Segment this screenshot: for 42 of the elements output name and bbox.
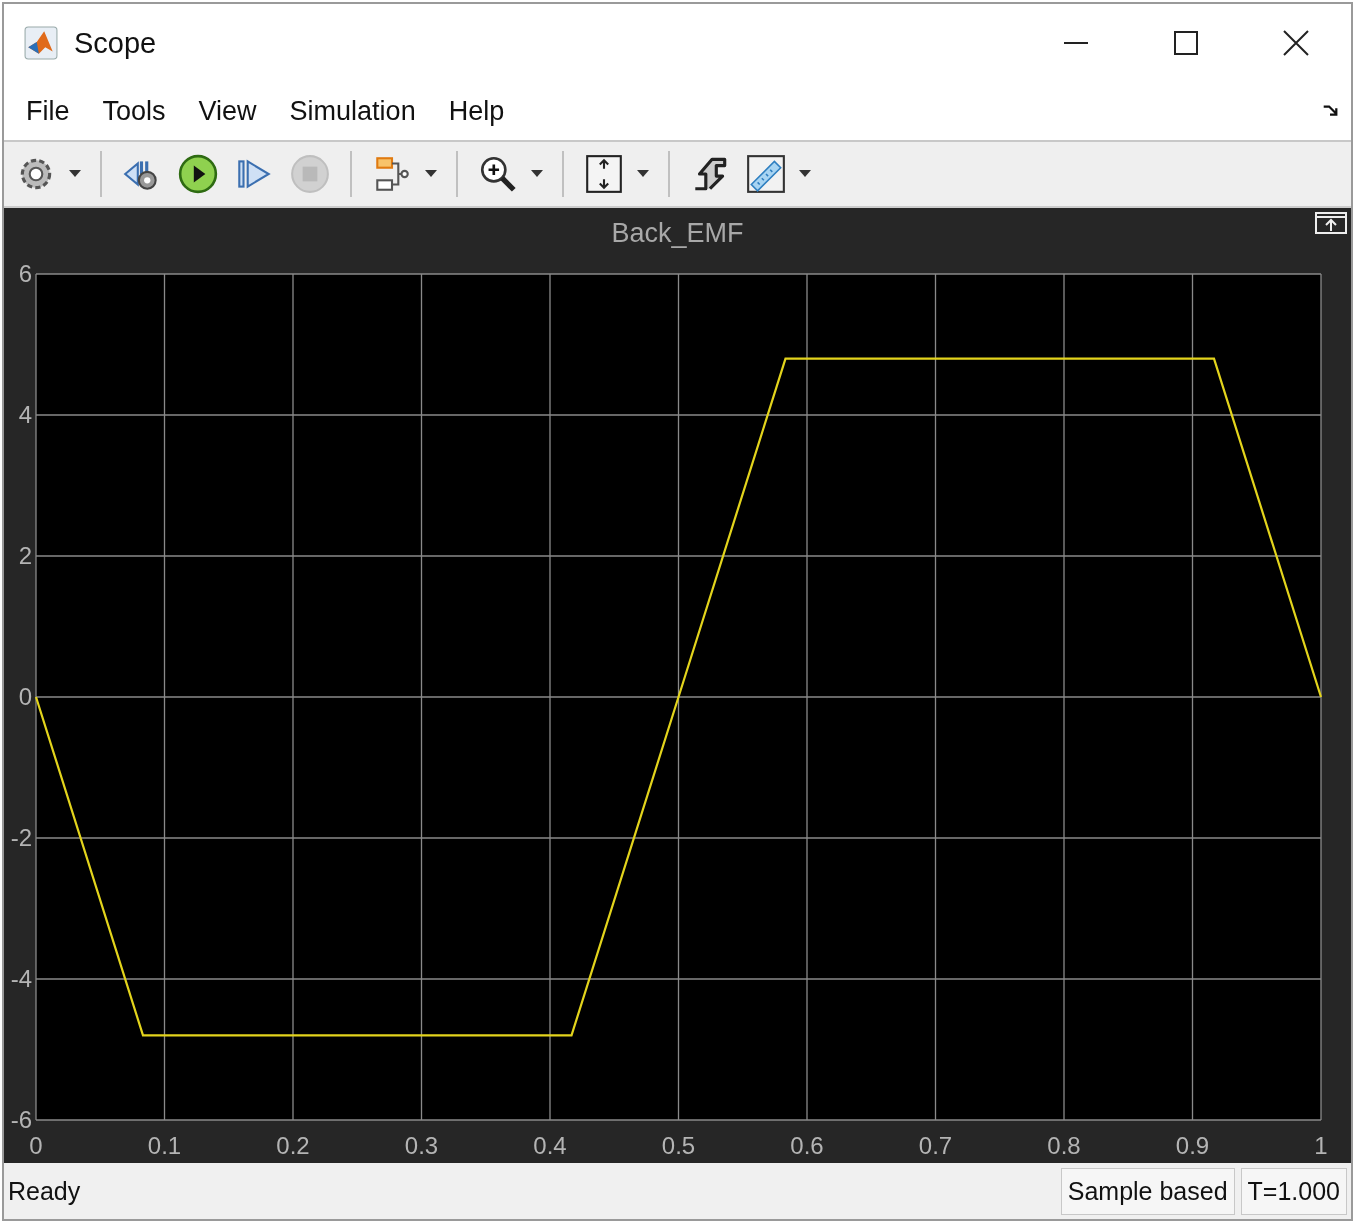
status-time: T=1.000 — [1240, 1167, 1347, 1215]
caret-icon — [425, 170, 437, 178]
x-tick-label: 0.7 — [918, 1132, 953, 1159]
window-title: Scope — [74, 26, 157, 60]
x-tick-label: 0.4 — [533, 1132, 567, 1159]
plot-title: Back_EMF — [611, 217, 744, 249]
y-tick-label: 2 — [18, 542, 32, 569]
caret-icon — [637, 170, 649, 178]
x-tick-label: 0.5 — [661, 1132, 696, 1159]
y-tick-label: -2 — [10, 824, 32, 851]
y-tick-label: 6 — [18, 260, 32, 287]
x-tick-label: 0.3 — [404, 1132, 439, 1159]
caret-icon — [531, 170, 543, 178]
close-icon — [1281, 28, 1311, 58]
caret-icon — [69, 170, 81, 178]
y-tick-label: -6 — [10, 1106, 32, 1133]
menu-item[interactable]: Help — [432, 91, 522, 131]
vertical-arrows-icon — [583, 153, 625, 195]
play-icon — [177, 153, 219, 195]
minimize-icon — [1064, 42, 1088, 44]
x-tick-label: 0.9 — [1175, 1132, 1210, 1159]
x-tick-label: 0 — [29, 1132, 43, 1159]
caret-icon — [799, 170, 811, 178]
x-tick-label: 0.6 — [790, 1132, 824, 1159]
x-tick-label: 0.8 — [1047, 1132, 1081, 1159]
menu-item[interactable]: Tools — [86, 91, 183, 131]
y-tick-label: 0 — [18, 683, 32, 710]
x-tick-label: 1 — [1314, 1132, 1328, 1159]
x-tick-label: 0.1 — [147, 1132, 182, 1159]
stop-icon — [289, 153, 331, 195]
x-tick-label: 0.2 — [276, 1132, 310, 1159]
undock-icon[interactable] — [1315, 212, 1347, 234]
menu-item[interactable]: File — [10, 91, 87, 131]
y-tick-label: 4 — [18, 401, 32, 428]
menu-item[interactable]: View — [182, 91, 274, 131]
status-message: Ready — [8, 1176, 81, 1206]
app-icon — [24, 26, 58, 60]
y-tick-label: -4 — [10, 965, 32, 992]
status-mode: Sample based — [1060, 1167, 1235, 1215]
ruler-icon — [745, 153, 787, 195]
maximize-icon — [1171, 28, 1201, 58]
menu-item[interactable]: Simulation — [273, 91, 433, 131]
